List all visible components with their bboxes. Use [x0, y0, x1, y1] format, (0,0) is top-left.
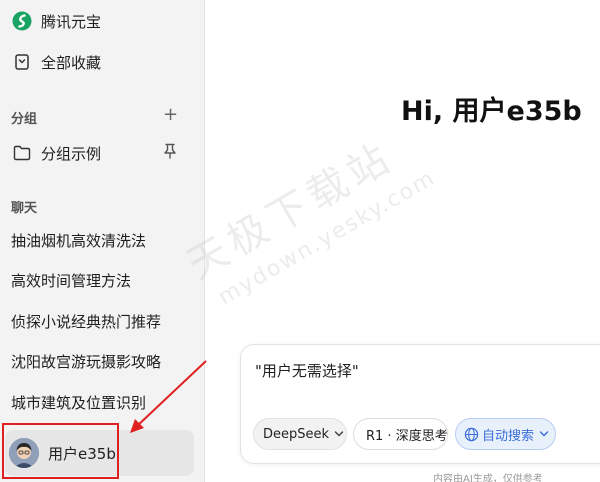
- chat-item[interactable]: 城市建筑及位置识别: [11, 392, 146, 413]
- chevron-down-icon: [334, 431, 344, 437]
- model-select-button[interactable]: DeepSeek: [253, 418, 347, 450]
- chevron-down-icon: [539, 431, 549, 437]
- app-name: 腾讯元宝: [41, 12, 102, 31]
- auto-search-button[interactable]: 自动搜索: [455, 418, 556, 450]
- watermark-en: mydown.yesky.com: [214, 165, 441, 311]
- chat-input-box[interactable]: "用户无需选择" DeepSeek R1 · 深度思考 自动搜索: [240, 344, 600, 464]
- chats-section-title: 聊天: [11, 201, 38, 216]
- user-profile-button[interactable]: 用户e35b: [5, 430, 194, 476]
- auto-search-label: 自动搜索: [482, 428, 535, 444]
- groups-section-title: 分组: [11, 112, 38, 127]
- greeting-title: Hi, 用户e35b: [401, 96, 582, 127]
- yuanbao-logo-icon: [12, 11, 32, 31]
- chat-item[interactable]: 沈阳故宫游玩摄影攻略: [11, 351, 161, 372]
- favorites-label: 全部收藏: [41, 53, 102, 72]
- favorites-item[interactable]: 全部收藏: [0, 44, 205, 80]
- group-item-label: 分组示例: [41, 144, 102, 163]
- watermark: 天极下载站 mydown.yesky.com: [175, 120, 458, 370]
- add-group-button[interactable]: +: [163, 106, 178, 124]
- app-header[interactable]: 腾讯元宝: [0, 3, 205, 39]
- bookmark-icon: [12, 52, 32, 72]
- globe-icon: [464, 427, 479, 441]
- deep-think-toggle[interactable]: R1 · 深度思考: [353, 418, 448, 450]
- sidebar: 腾讯元宝 全部收藏 分组 + 分组示例 聊天 抽油烟机高效清洗法 高效时间管理方…: [0, 0, 205, 482]
- chat-item[interactable]: 高效时间管理方法: [11, 270, 131, 291]
- folder-icon: [12, 143, 32, 163]
- avatar: [9, 438, 39, 468]
- watermark-cn: 天极下载站: [179, 133, 402, 289]
- user-name: 用户e35b: [48, 444, 116, 463]
- pin-icon[interactable]: [163, 143, 177, 159]
- chat-item[interactable]: 侦探小说经典热门推荐: [11, 311, 161, 332]
- chat-input-text[interactable]: "用户无需选择": [255, 360, 359, 381]
- deep-think-label: R1 · 深度思考: [366, 428, 448, 444]
- model-label: DeepSeek: [263, 426, 330, 442]
- ai-disclaimer: 内容由AI生成，仅供参考: [433, 474, 543, 482]
- chat-item[interactable]: 抽油烟机高效清洗法: [11, 230, 146, 251]
